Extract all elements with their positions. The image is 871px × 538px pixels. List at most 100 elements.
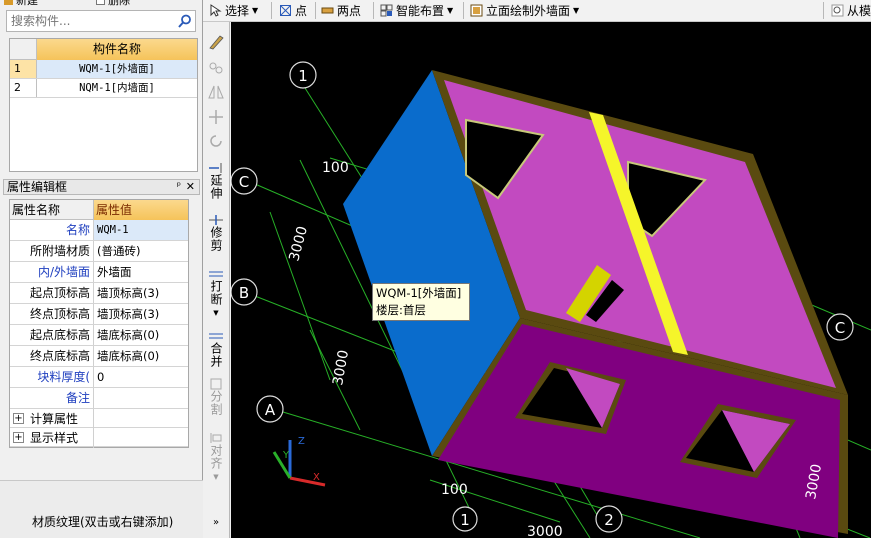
- property-key: 起点底标高: [10, 325, 94, 345]
- property-value[interactable]: 墙底标高(0): [94, 325, 188, 345]
- property-table-header: 属性名称 属性值: [10, 200, 188, 220]
- smart-layout-button[interactable]: 智能布置 ▼: [380, 0, 453, 20]
- smart-layout-label: 智能布置: [396, 3, 445, 18]
- property-row-start-bottom[interactable]: 起点底标高 墙底标高(0): [10, 325, 188, 346]
- mirror-icon[interactable]: [206, 84, 226, 100]
- merge-icon: [209, 333, 223, 339]
- extend-button[interactable]: 延伸: [206, 162, 226, 200]
- col-value-header: 属性值: [94, 200, 188, 220]
- row-name: WQM-1[外墙面]: [37, 60, 197, 78]
- axis-label-c: C: [239, 173, 249, 191]
- move-icon[interactable]: [206, 109, 226, 125]
- copy-icon[interactable]: [206, 60, 226, 76]
- property-value[interactable]: [94, 388, 188, 408]
- property-row-end-top[interactable]: 终点顶标高 墙顶标高(3): [10, 304, 188, 325]
- chevron-down-icon: ▼: [573, 5, 580, 15]
- svg-text:Z: Z: [298, 436, 305, 447]
- search-box: [6, 10, 196, 32]
- property-row-start-top[interactable]: 起点顶标高 墙顶标高(3): [10, 283, 188, 304]
- property-panel-title: 属性编辑框 ᵖ ✕: [3, 179, 200, 195]
- col-name-header: 属性名称: [10, 200, 94, 220]
- property-group-calc[interactable]: + 计算属性: [10, 409, 188, 429]
- tooltip-title: WQM-1[外墙面]: [376, 286, 462, 300]
- align-icon: [210, 433, 222, 443]
- point-icon: [280, 4, 291, 16]
- property-row-material[interactable]: 所附墙材质 (普通砖): [10, 241, 188, 262]
- cursor-icon: [210, 3, 222, 17]
- 3d-canvas[interactable]: 1 C B A 2 C 1 100 3000 3000 3000 100 300…: [231, 22, 871, 538]
- merge-label: 合并: [209, 342, 223, 368]
- property-value[interactable]: 墙顶标高(3): [94, 283, 188, 303]
- dim-3000-bottom: 3000: [527, 524, 563, 538]
- search-input[interactable]: [7, 11, 172, 31]
- more-tools-icon[interactable]: »: [206, 516, 226, 530]
- pin-icon[interactable]: ᵖ: [177, 180, 181, 194]
- property-value[interactable]: 墙底标高(0): [94, 346, 188, 366]
- align-button[interactable]: 对齐 ▼: [206, 432, 226, 484]
- axis-gizmo-icon: Z Y X: [272, 436, 326, 487]
- property-key: 块料厚度(: [10, 367, 94, 387]
- from-button[interactable]: 从模: [831, 0, 871, 20]
- delete-button[interactable]: 删除: [96, 0, 130, 7]
- property-value[interactable]: (普通砖): [94, 241, 188, 261]
- property-value[interactable]: 0: [94, 367, 188, 387]
- property-group-display[interactable]: + 显示样式: [10, 428, 188, 448]
- header-name-cell: 构件名称: [37, 39, 197, 60]
- texture-panel[interactable]: 材质纹理(双击或右键添加): [0, 480, 203, 538]
- trim-label: 修剪: [209, 226, 223, 252]
- new-label: 新建: [16, 0, 38, 7]
- property-row-thickness[interactable]: 块料厚度( 0: [10, 367, 188, 388]
- property-value[interactable]: WQM-1: [94, 220, 188, 240]
- component-table-header: 构件名称: [10, 39, 197, 60]
- property-row-end-bottom[interactable]: 终点底标高 墙底标高(0): [10, 346, 188, 367]
- hover-tooltip: WQM-1[外墙面] 楼层:首层: [372, 283, 470, 321]
- point-button[interactable]: 点: [279, 0, 307, 20]
- two-point-icon: [321, 7, 334, 13]
- rotate-icon[interactable]: [206, 133, 226, 149]
- split-icon: [210, 378, 222, 390]
- property-row-name[interactable]: 名称 WQM-1: [10, 220, 188, 241]
- trim-button[interactable]: 修剪: [206, 214, 226, 252]
- dim-3000-left: 3000: [330, 349, 352, 387]
- property-key: 名称: [10, 220, 94, 240]
- elevation-icon: [470, 4, 483, 16]
- property-key: 所附墙材质: [10, 241, 94, 261]
- svg-text:X: X: [313, 472, 320, 483]
- table-row[interactable]: 1 WQM-1[外墙面]: [10, 60, 197, 79]
- property-row-side[interactable]: 内/外墙面 外墙面: [10, 262, 188, 283]
- row-name: NQM-1[内墙面]: [79, 82, 155, 94]
- extend-icon: [209, 163, 222, 173]
- group-label: 显示样式: [10, 428, 94, 448]
- smart-layout-icon: [380, 4, 393, 16]
- table-row[interactable]: 2 NQM-1[内墙面]: [10, 79, 197, 98]
- axis-label-1: 1: [298, 67, 308, 85]
- split-button[interactable]: 分割: [206, 378, 226, 416]
- new-button[interactable]: 新建: [4, 0, 38, 7]
- property-row-remark[interactable]: 备注: [10, 388, 188, 409]
- tooltip-floor: 楼层:首层: [376, 303, 426, 317]
- model-view: 1 C B A 2 C 1 100 3000 3000 3000 100 300…: [231, 61, 871, 538]
- search-icon[interactable]: [177, 13, 193, 29]
- break-label: 打断: [209, 280, 223, 306]
- svg-text:Y: Y: [282, 450, 290, 461]
- break-button[interactable]: 打断 ▼: [206, 268, 226, 320]
- property-key: 起点顶标高: [10, 283, 94, 303]
- property-table: 属性名称 属性值 名称 WQM-1 所附墙材质 (普通砖) 内/外墙面 外墙面 …: [9, 199, 189, 448]
- property-key: 终点底标高: [10, 346, 94, 366]
- merge-button[interactable]: 合并: [206, 330, 226, 368]
- property-value[interactable]: 外墙面: [94, 262, 188, 282]
- header-num-cell: [10, 39, 37, 60]
- two-point-button[interactable]: 两点: [321, 0, 361, 20]
- elevation-draw-button[interactable]: 立面绘制外墙面 ▼: [470, 0, 579, 20]
- select-button[interactable]: 选择 ▼: [209, 0, 258, 20]
- axis-label-a: A: [265, 401, 276, 419]
- chevron-down-icon: ▼: [213, 309, 219, 317]
- split-label: 分割: [209, 390, 223, 416]
- texture-label: 材质纹理(双击或右键添加): [32, 515, 174, 529]
- close-icon[interactable]: ✕: [186, 180, 195, 194]
- dim-3000-left-top: 3000: [286, 224, 311, 263]
- from-label: 从模: [847, 3, 871, 18]
- property-value[interactable]: 墙顶标高(3): [94, 304, 188, 324]
- brush-icon[interactable]: [206, 32, 226, 50]
- main-toolbar: 选择 ▼ 点 两点 智能布置 ▼ 立面绘制外墙面 ▼ 从模: [203, 0, 871, 22]
